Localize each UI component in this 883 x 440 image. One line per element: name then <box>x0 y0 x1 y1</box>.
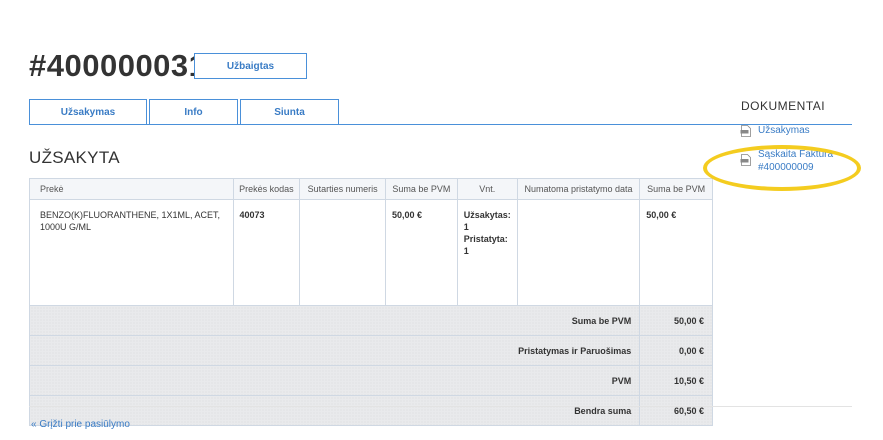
table-header-row: Prekė Prekės kodas Sutarties numeris Sum… <box>29 178 713 200</box>
tab-uzsakymas[interactable]: Užsakymas <box>29 99 147 125</box>
highlight-ellipse <box>703 145 861 191</box>
summary-value: 60,50 € <box>639 395 713 426</box>
tab-info[interactable]: Info <box>149 99 238 125</box>
order-number: #400000031 <box>29 48 207 83</box>
tab-siunta[interactable]: Siunta <box>240 99 339 125</box>
column-header: Prekė <box>29 178 234 200</box>
section-title: UŽSAKYTA <box>29 148 120 167</box>
pdf-icon <box>740 125 751 137</box>
status-button[interactable]: Užbaigtas <box>194 53 307 79</box>
tab-bar: Užsakymas Info Siunta <box>29 99 852 125</box>
column-header: Suma be PVM <box>639 178 713 200</box>
product-code: 40073 <box>232 199 301 306</box>
column-header: Vnt. <box>456 178 518 200</box>
unit-price: 50,00 € <box>384 199 458 306</box>
product-name: BENZO(K)FLUORANTHENE, 1X1ML, ACET, 1000U… <box>29 199 234 306</box>
summary-label: Pristatymas ir Paruošimas <box>28 335 641 366</box>
order-items-table: Prekė Prekės kodas Sutarties numeris Sum… <box>28 178 713 426</box>
qty-delivered-label: Pristatyta: <box>463 234 508 244</box>
column-header: Prekės kodas <box>232 178 301 200</box>
summary-label: PVM <box>28 365 641 396</box>
summary-row: Bendra suma 60,50 € <box>28 395 713 426</box>
summary-value: 50,00 € <box>639 305 713 336</box>
quantity-cell: Užsakytas: 1 Pristatyta: 1 <box>456 199 518 306</box>
summary-row: PVM 10,50 € <box>28 365 713 396</box>
contract-number <box>299 199 386 306</box>
column-header: Sutarties numeris <box>299 178 386 200</box>
column-header: Suma be PVM <box>384 178 458 200</box>
summary-label: Suma be PVM <box>28 305 641 336</box>
qty-delivered: 1 <box>463 246 469 256</box>
summary-row: Pristatymas ir Paruošimas 0,00 € <box>28 335 713 366</box>
document-link-order[interactable]: Užsakymas <box>740 124 810 137</box>
qty-ordered: 1 <box>463 222 469 232</box>
document-label: Užsakymas <box>758 125 810 136</box>
summary-row: Suma be PVM 50,00 € <box>28 305 713 336</box>
summary-value: 10,50 € <box>639 365 713 396</box>
delivery-date <box>516 199 641 306</box>
qty-ordered-label: Užsakytas: <box>463 210 511 220</box>
back-link[interactable]: « Grįžti prie pasiūlymo <box>31 419 130 430</box>
column-header: Numatoma pristatymo data <box>516 178 641 200</box>
summary-value: 0,00 € <box>639 335 713 366</box>
table-row: BENZO(K)FLUORANTHENE, 1X1ML, ACET, 1000U… <box>29 199 713 306</box>
divider <box>29 406 852 407</box>
documents-title: DOKUMENTAI <box>741 99 826 113</box>
line-total: 50,00 € <box>639 199 713 306</box>
